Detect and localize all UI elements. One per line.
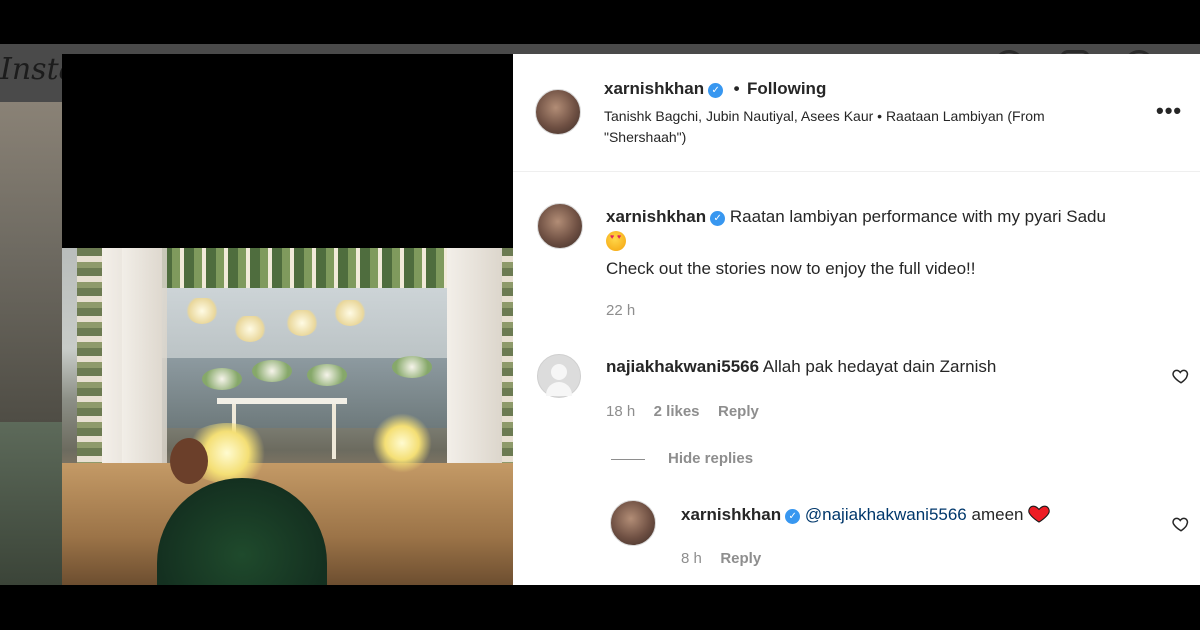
comment-meta: 18 h 2 likes Reply [606, 403, 759, 421]
commenter-avatar[interactable] [537, 354, 581, 398]
video-table-leg [332, 404, 336, 459]
reply-text: ameen [971, 505, 1024, 524]
more-options-icon[interactable]: ••• [1156, 98, 1182, 124]
comment-text: Allah pak hedayat dain Zarnish [762, 357, 997, 376]
following-button[interactable]: Following [747, 79, 826, 98]
caption-text-line1: Raatan lambiyan performance with my pyar… [729, 207, 1106, 226]
video-curtain [447, 248, 502, 498]
video-floral-canopy [162, 248, 452, 288]
video-flowers [202, 368, 242, 390]
audio-attribution[interactable]: Tanishk Bagchi, Jubin Nautiyal, Asees Ka… [604, 106, 1124, 148]
reply-button[interactable]: Reply [718, 403, 759, 420]
video-table [217, 398, 347, 404]
verified-badge-icon: ✓ [710, 211, 726, 226]
caption-timestamp[interactable]: 22 h [606, 302, 635, 319]
video-floor-light [372, 413, 432, 473]
reply-timestamp[interactable]: 8 h [681, 550, 702, 567]
like-comment-heart-icon[interactable] [1172, 367, 1190, 385]
post-video[interactable] [62, 248, 513, 585]
video-curtain [122, 248, 167, 498]
comment-likes[interactable]: 2 likes [654, 403, 700, 420]
reply-comment: xarnishkhan ✓ @najiakhakwani5566 ameen [681, 502, 1050, 528]
reply-button[interactable]: Reply [720, 550, 761, 567]
post-details-panel: xarnishkhan ✓ • Following Tanishk Bagchi,… [513, 54, 1200, 585]
background-post-thumbnail [0, 422, 62, 585]
reply-author-username[interactable]: xarnishkhan [681, 505, 781, 524]
author-avatar[interactable] [535, 89, 581, 135]
caption-author-username[interactable]: xarnishkhan [606, 207, 706, 226]
comment-author-username[interactable]: najiakhakwani5566 [606, 357, 759, 376]
red-heart-icon [1028, 505, 1050, 523]
caption-text-line2: Check out the stories now to enjoy the f… [606, 259, 976, 278]
video-flowers [392, 356, 432, 378]
background-post-thumbnail [0, 102, 62, 422]
video-flowers [307, 364, 347, 386]
post-author-row: xarnishkhan ✓ • Following [604, 79, 826, 99]
video-flowers [252, 360, 292, 382]
reply-author-avatar[interactable] [610, 500, 656, 546]
verified-badge-icon: ✓ [708, 83, 724, 98]
post-author-username[interactable]: xarnishkhan [604, 79, 704, 98]
post-header: xarnishkhan ✓ • Following Tanishk Bagchi,… [513, 54, 1200, 172]
reply-meta: 8 h Reply [681, 550, 761, 568]
hide-replies-button[interactable]: Hide replies [668, 450, 753, 467]
reply-mention-link[interactable]: @najiakhakwani5566 [805, 505, 967, 524]
caption-author-avatar[interactable] [537, 203, 583, 249]
video-dancer [170, 438, 208, 484]
follow-separator: • [733, 79, 740, 98]
like-reply-heart-icon[interactable] [1172, 515, 1190, 533]
comment: najiakhakwani5566 Allah pak hedayat dain… [606, 354, 996, 380]
post-media[interactable] [62, 54, 513, 585]
comment-timestamp[interactable]: 18 h [606, 403, 635, 420]
smiling-face-with-hearts-icon [606, 231, 626, 251]
hide-replies-line [611, 459, 645, 460]
caption: xarnishkhan ✓ Raatan lambiyan performance… [606, 204, 1181, 282]
verified-badge-icon: ✓ [785, 509, 801, 524]
